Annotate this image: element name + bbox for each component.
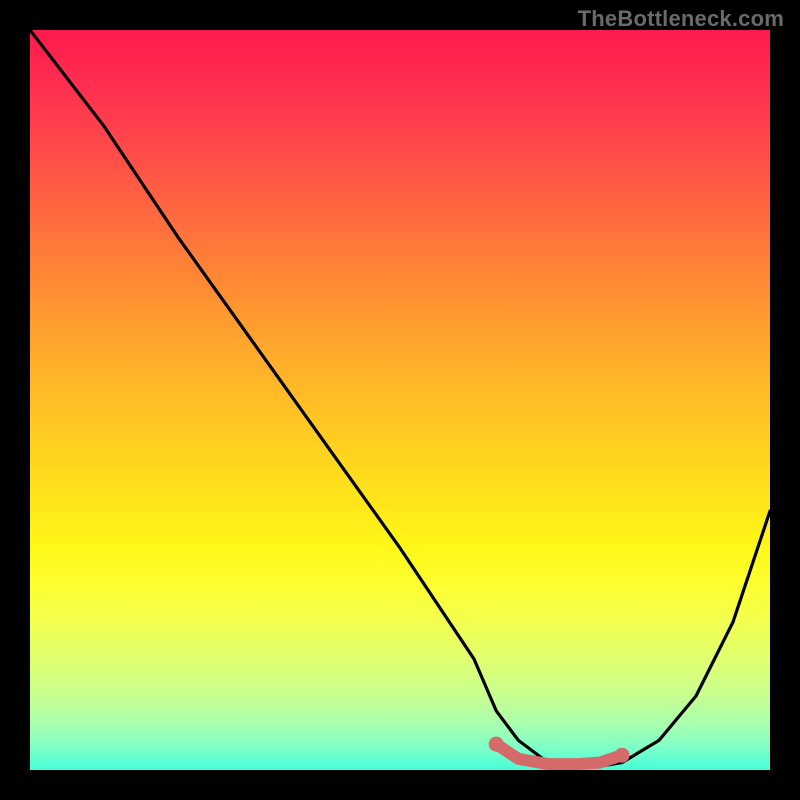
attribution-label: TheBottleneck.com <box>578 6 784 32</box>
chart-frame: TheBottleneck.com <box>0 0 800 800</box>
optimal-range-highlight <box>496 744 622 764</box>
bottleneck-curve <box>30 30 770 766</box>
chart-svg <box>30 30 770 770</box>
highlight-endpoint <box>615 748 630 763</box>
plot-area <box>30 30 770 770</box>
highlight-endpoint <box>489 737 504 752</box>
